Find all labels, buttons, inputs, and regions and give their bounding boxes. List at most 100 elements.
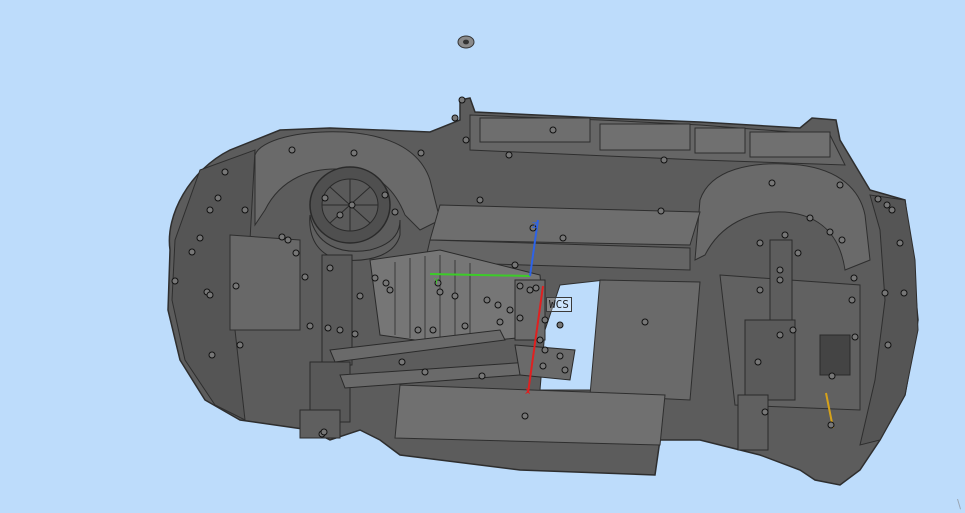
snap-point-icon[interactable] — [883, 201, 891, 209]
car-chassis-model[interactable] — [0, 0, 965, 513]
snap-point-icon[interactable] — [556, 352, 564, 360]
snap-point-icon[interactable] — [776, 276, 784, 284]
snap-point-icon[interactable] — [505, 151, 513, 159]
snap-point-icon[interactable] — [236, 341, 244, 349]
snap-point-icon[interactable] — [536, 336, 544, 344]
snap-point-icon[interactable] — [306, 322, 314, 330]
snap-point-icon[interactable] — [382, 279, 390, 287]
snap-point-icon[interactable] — [321, 194, 329, 202]
snap-point-icon[interactable] — [208, 351, 216, 359]
snap-point-icon[interactable] — [336, 211, 344, 219]
snap-point-icon[interactable] — [848, 296, 856, 304]
snap-point-icon[interactable] — [521, 412, 529, 420]
wcs-y-letter: Y — [434, 277, 439, 286]
snap-point-icon[interactable] — [776, 331, 784, 339]
3d-viewport[interactable]: Z Y X WCS \ — [0, 0, 965, 513]
snap-point-icon[interactable] — [188, 248, 196, 256]
snap-point-icon[interactable] — [461, 322, 469, 330]
snap-point-icon[interactable] — [526, 286, 534, 294]
snap-point-icon[interactable] — [494, 301, 502, 309]
snap-point-icon[interactable] — [232, 282, 240, 290]
snap-point-icon[interactable] — [539, 362, 547, 370]
snap-point-icon[interactable] — [301, 273, 309, 281]
snap-point-icon[interactable] — [320, 428, 328, 436]
snap-point-icon[interactable] — [888, 206, 896, 214]
snap-point-icon[interactable] — [794, 249, 802, 257]
snap-point-icon[interactable] — [541, 316, 549, 324]
snap-point-icon[interactable] — [356, 292, 364, 300]
snap-point-icon[interactable] — [754, 358, 762, 366]
snap-point-icon[interactable] — [776, 266, 784, 274]
snap-point-icon[interactable] — [214, 194, 222, 202]
snap-point-icon[interactable] — [429, 326, 437, 334]
snap-point-icon[interactable] — [292, 249, 300, 257]
snap-point-icon[interactable] — [836, 181, 844, 189]
snap-point-icon[interactable] — [350, 149, 358, 157]
snap-point-icon[interactable] — [386, 286, 394, 294]
snap-point-icon[interactable] — [414, 326, 422, 334]
snap-point-icon[interactable] — [516, 282, 524, 290]
snap-point-icon[interactable] — [532, 284, 540, 292]
snap-point-icon[interactable] — [756, 239, 764, 247]
snap-point-icon[interactable] — [657, 207, 665, 215]
snap-point-icon[interactable] — [496, 318, 504, 326]
snap-point-icon[interactable] — [221, 168, 229, 176]
snap-point-icon[interactable] — [458, 96, 466, 104]
snap-point-icon[interactable] — [768, 179, 776, 187]
snap-point-icon[interactable] — [756, 286, 764, 294]
snap-point-icon[interactable] — [900, 289, 908, 297]
snap-point-icon[interactable] — [884, 341, 892, 349]
snap-point-icon[interactable] — [348, 201, 356, 209]
snap-point-icon[interactable] — [391, 208, 399, 216]
snap-point-icon[interactable] — [828, 372, 836, 380]
snap-point-icon[interactable] — [874, 195, 882, 203]
snap-point-icon[interactable] — [549, 126, 557, 134]
snap-point-icon[interactable] — [826, 228, 834, 236]
snap-point-icon[interactable] — [559, 234, 567, 242]
snap-point-icon[interactable] — [511, 261, 519, 269]
snap-point-icon[interactable] — [288, 146, 296, 154]
snap-point-icon[interactable] — [806, 214, 814, 222]
snap-point-icon[interactable] — [241, 206, 249, 214]
snap-point-icon[interactable] — [451, 114, 459, 122]
snap-point-icon[interactable] — [451, 292, 459, 300]
snap-point-icon[interactable] — [326, 264, 334, 272]
snap-point-icon[interactable] — [381, 191, 389, 199]
snap-point-icon[interactable] — [851, 333, 859, 341]
snap-point-icon[interactable] — [417, 149, 425, 157]
snap-point-icon[interactable] — [436, 288, 444, 296]
snap-point-icon[interactable] — [476, 196, 484, 204]
wcs-z-letter: Z — [532, 221, 538, 230]
snap-point-icon[interactable] — [398, 358, 406, 366]
snap-point-icon[interactable] — [641, 318, 649, 326]
snap-point-icon[interactable] — [896, 239, 904, 247]
snap-point-icon[interactable] — [196, 234, 204, 242]
snap-point-icon[interactable] — [789, 326, 797, 334]
snap-point-icon[interactable] — [561, 366, 569, 374]
snap-point-icon[interactable] — [516, 314, 524, 322]
snap-point-icon[interactable] — [206, 291, 214, 299]
snap-point-icon[interactable] — [541, 346, 549, 354]
snap-point-icon[interactable] — [827, 421, 835, 429]
snap-point-icon[interactable] — [206, 206, 214, 214]
snap-point-icon[interactable] — [336, 326, 344, 334]
snap-point-icon[interactable] — [850, 274, 858, 282]
snap-point-icon[interactable] — [781, 231, 789, 239]
snap-point-icon[interactable] — [506, 306, 514, 314]
snap-point-icon[interactable] — [284, 236, 292, 244]
snap-point-icon[interactable] — [421, 368, 429, 376]
snap-point-icon[interactable] — [171, 277, 179, 285]
snap-point-icon[interactable] — [838, 236, 846, 244]
snap-point-icon[interactable] — [371, 274, 379, 282]
snap-point-icon[interactable] — [556, 321, 564, 329]
snap-point-icon[interactable] — [278, 233, 286, 241]
snap-point-icon[interactable] — [483, 296, 491, 304]
snap-point-icon[interactable] — [881, 289, 889, 297]
nut-icon[interactable] — [457, 35, 475, 49]
snap-point-icon[interactable] — [351, 330, 359, 338]
snap-point-icon[interactable] — [462, 136, 470, 144]
snap-point-icon[interactable] — [324, 324, 332, 332]
snap-point-icon[interactable] — [660, 156, 668, 164]
snap-point-icon[interactable] — [761, 408, 769, 416]
snap-point-icon[interactable] — [478, 372, 486, 380]
